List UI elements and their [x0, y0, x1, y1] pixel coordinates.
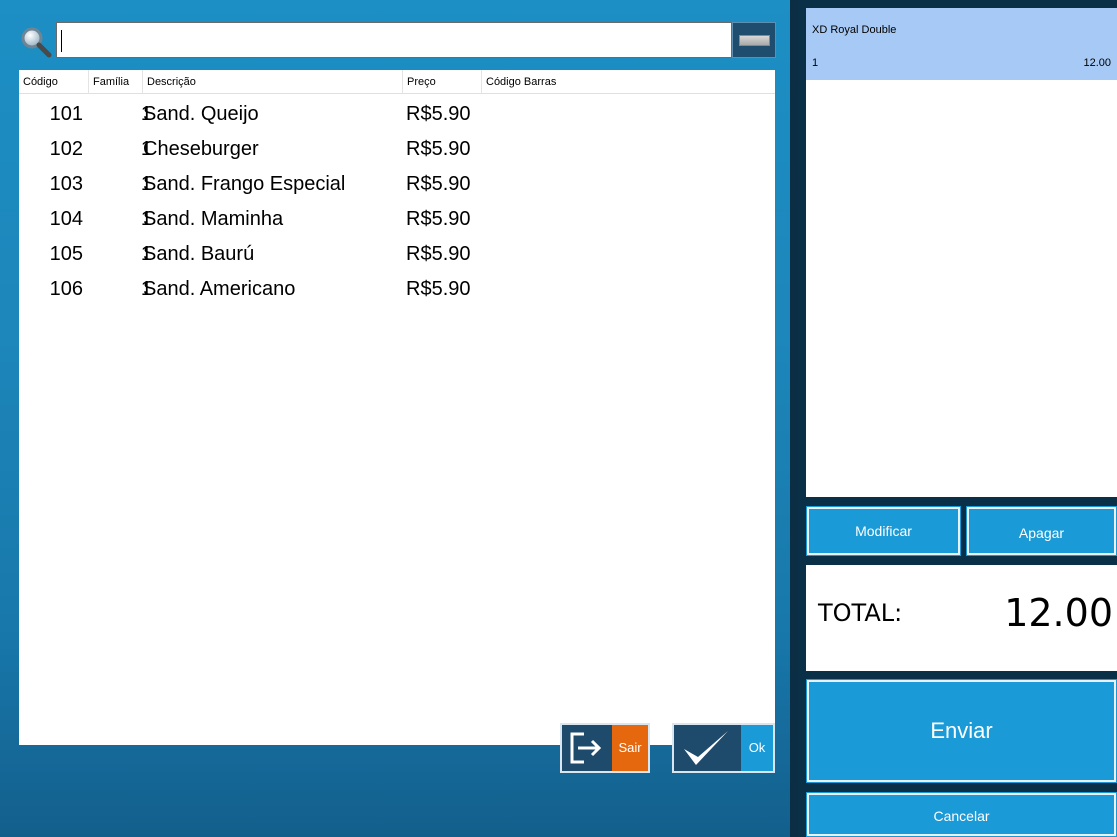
- magnifier-icon[interactable]: [20, 26, 52, 58]
- order-item-name: XD Royal Double: [812, 24, 897, 36]
- ok-button-label: Ok: [741, 725, 773, 771]
- cell-price: R$5.90: [406, 103, 471, 125]
- cell-description: Sand. Maminha: [143, 208, 284, 230]
- cell-price: R$5.90: [406, 278, 471, 300]
- order-item[interactable]: XD Royal Double 1 12.00: [806, 8, 1117, 80]
- cell-code: 106: [49, 278, 83, 300]
- cell-price: R$5.90: [406, 208, 471, 230]
- cell-code: 102: [49, 138, 83, 160]
- cell-description: Sand. Queijo: [143, 103, 259, 125]
- cell-code: 104: [49, 208, 83, 230]
- total-value: 12.00: [1004, 591, 1113, 635]
- modify-button[interactable]: Modificar: [806, 506, 961, 556]
- cell-description: Sand. Americano: [143, 278, 296, 300]
- header-barcode[interactable]: Código Barras: [482, 70, 775, 94]
- table-header: Código Família Descrição Preço Código Ba…: [19, 70, 775, 94]
- table-row[interactable]: 102 1 Cheseburger R$5.90: [19, 132, 775, 167]
- cancel-button[interactable]: Cancelar: [806, 792, 1117, 837]
- cell-price: R$5.90: [406, 138, 471, 160]
- search-input[interactable]: [56, 22, 732, 58]
- order-item-quantity: 1: [812, 57, 819, 69]
- order-items-list[interactable]: XD Royal Double 1 12.00: [806, 8, 1117, 497]
- cell-description: Cheseburger: [143, 138, 259, 160]
- cell-code: 101: [49, 103, 83, 125]
- cell-description: Sand. Frango Especial: [143, 173, 346, 195]
- table-row[interactable]: 103 1 Sand. Frango Especial R$5.90: [19, 167, 775, 202]
- product-search-panel: Código Família Descrição Preço Código Ba…: [0, 0, 790, 837]
- exit-button-label: Sair: [612, 725, 648, 771]
- keyboard-icon: [739, 35, 770, 46]
- header-code[interactable]: Código: [19, 70, 89, 94]
- header-price[interactable]: Preço: [403, 70, 482, 94]
- send-button[interactable]: Enviar: [806, 679, 1117, 783]
- header-description[interactable]: Descrição: [143, 70, 403, 94]
- total-box: TOTAL: 12.00: [806, 565, 1117, 671]
- cell-code: 103: [49, 173, 83, 195]
- cell-price: R$5.90: [406, 173, 471, 195]
- order-item-price: 12.00: [1083, 57, 1111, 69]
- cell-code: 105: [49, 243, 83, 265]
- table-row[interactable]: 105 1 Sand. Baurú R$5.90: [19, 237, 775, 272]
- panel-divider: [790, 0, 798, 837]
- delete-button[interactable]: Apagar: [966, 506, 1117, 556]
- checkmark-icon: [674, 725, 739, 771]
- table-row[interactable]: 106 1 Sand. Americano R$5.90: [19, 272, 775, 307]
- total-label: TOTAL:: [818, 599, 903, 627]
- cell-description: Sand. Baurú: [143, 243, 255, 265]
- table-row[interactable]: 101 1 Sand. Queijo R$5.90: [19, 97, 775, 132]
- order-panel: XD Royal Double 1 12.00 Modificar Apagar…: [798, 0, 1117, 837]
- product-table: Código Família Descrição Preço Código Ba…: [19, 70, 775, 745]
- ok-button[interactable]: Ok: [672, 723, 775, 773]
- virtual-keyboard-button[interactable]: [732, 22, 776, 58]
- exit-icon: [562, 725, 612, 771]
- cell-price: R$5.90: [406, 243, 471, 265]
- exit-button[interactable]: Sair: [560, 723, 650, 773]
- header-family[interactable]: Família: [89, 70, 143, 94]
- table-row[interactable]: 104 1 Sand. Maminha R$5.90: [19, 202, 775, 237]
- text-caret: [61, 30, 62, 52]
